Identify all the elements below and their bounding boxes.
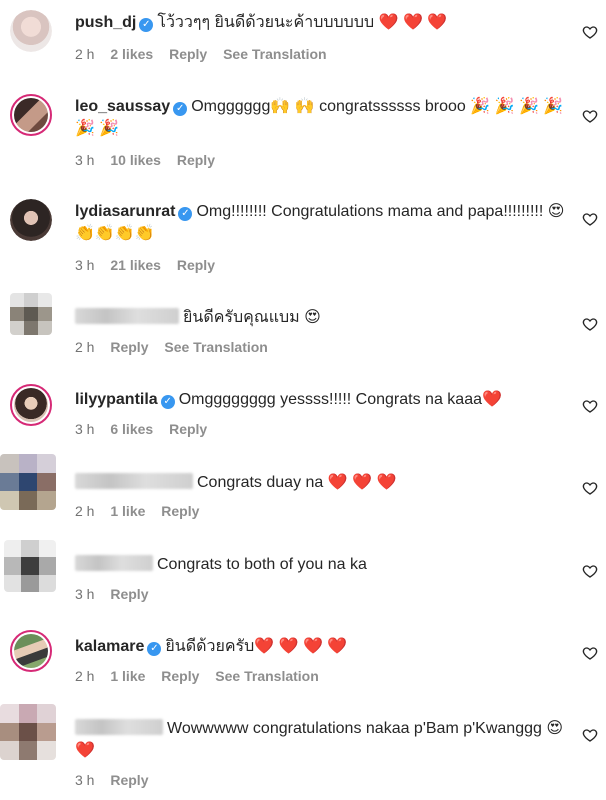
see-translation-button[interactable]: See Translation <box>215 668 318 684</box>
reply-button[interactable]: Reply <box>110 586 148 602</box>
comment-username[interactable]: push_dj <box>75 14 136 31</box>
comment-text: leo_saussay ✓ Omgggggg🙌 🙌 congratssssss br… <box>75 96 565 140</box>
reply-button[interactable]: Reply <box>177 257 215 273</box>
verified-badge-icon: ✓ <box>178 207 193 221</box>
comment-time[interactable]: 2 h <box>75 668 94 684</box>
comment-likes[interactable]: 1 like <box>110 668 145 684</box>
heart-outline-icon[interactable] <box>582 398 598 414</box>
avatar[interactable] <box>10 293 52 335</box>
comment-likes[interactable]: 6 likes <box>110 421 153 437</box>
redacted-username <box>75 473 193 489</box>
avatar[interactable] <box>4 540 56 592</box>
comment-meta: 2 h 1 like Reply See Translation <box>75 668 331 684</box>
comment-time[interactable]: 2 h <box>75 46 94 62</box>
verified-badge-icon: ✓ <box>160 395 175 409</box>
comment-meta: 2 h Reply See Translation <box>75 339 280 355</box>
comment-text: Congrats to both of you na ka <box>75 554 565 576</box>
reply-button[interactable]: Reply <box>169 46 207 62</box>
verified-badge-icon: ✓ <box>173 102 188 116</box>
comment-text: ยินดีครับคุณแบม 😍 <box>75 307 565 329</box>
reply-button[interactable]: Reply <box>177 152 215 168</box>
avatar[interactable] <box>10 384 52 426</box>
comment-body: Congrats duay na ❤️ ❤️ ❤️ <box>197 474 397 491</box>
see-translation-button[interactable]: See Translation <box>223 46 326 62</box>
comment-meta: 2 h 1 like Reply <box>75 503 211 519</box>
comment-meta: 3 h Reply <box>75 586 160 602</box>
comment-body: Congrats to both of you na ka <box>157 556 367 573</box>
comment-text: kalamare ✓ ยินดีด้วยครับ❤️ ❤️ ❤️ ❤️ <box>75 636 565 658</box>
comment-time[interactable]: 2 h <box>75 339 94 355</box>
comment-body: ยินดีครับคุณแบม 😍 <box>183 309 321 326</box>
reply-button[interactable]: Reply <box>169 421 207 437</box>
avatar[interactable] <box>10 10 52 52</box>
comment-time[interactable]: 3 h <box>75 772 94 788</box>
heart-outline-icon[interactable] <box>582 211 598 227</box>
comment-time[interactable]: 2 h <box>75 503 94 519</box>
comment-body: Omgggggggg yessss!!!!! Congrats na kaaa❤… <box>178 391 502 408</box>
see-translation-button[interactable]: See Translation <box>164 339 267 355</box>
comment-likes[interactable]: 2 likes <box>110 46 153 62</box>
reply-button[interactable]: Reply <box>110 339 148 355</box>
heart-outline-icon[interactable] <box>582 563 598 579</box>
redacted-username <box>75 308 179 324</box>
comment-username[interactable]: lilyypantila <box>75 391 158 408</box>
comment-likes[interactable]: 21 likes <box>110 257 161 273</box>
avatar[interactable] <box>0 704 56 760</box>
comment-likes[interactable]: 1 like <box>110 503 145 519</box>
comment-text: lilyypantila ✓ Omgggggggg yessss!!!!! Cong… <box>75 389 565 411</box>
reply-button[interactable]: Reply <box>161 503 199 519</box>
redacted-username <box>75 555 153 571</box>
avatar[interactable] <box>10 94 52 136</box>
avatar[interactable] <box>10 630 52 672</box>
comment-text: Congrats duay na ❤️ ❤️ ❤️ <box>75 472 565 494</box>
comment-body: ยินดีด้วยครับ❤️ ❤️ ❤️ ❤️ <box>165 638 348 655</box>
reply-button[interactable]: Reply <box>110 772 148 788</box>
comment-likes[interactable]: 10 likes <box>110 152 161 168</box>
avatar[interactable] <box>0 454 56 510</box>
heart-outline-icon[interactable] <box>582 727 598 743</box>
comment-time[interactable]: 3 h <box>75 421 94 437</box>
reply-button[interactable]: Reply <box>161 668 199 684</box>
heart-outline-icon[interactable] <box>582 480 598 496</box>
heart-outline-icon[interactable] <box>582 108 598 124</box>
heart-outline-icon[interactable] <box>582 645 598 661</box>
comment-body: โว้ววๆๆ ยินดีด้วยนะค้าบบบบบบ ❤️ ❤️ ❤️ <box>157 14 448 31</box>
heart-outline-icon[interactable] <box>582 24 598 40</box>
comment-username[interactable]: lydiasarunrat <box>75 203 175 220</box>
redacted-username <box>75 719 163 735</box>
comment-time[interactable]: 3 h <box>75 257 94 273</box>
comment-text: push_dj ✓ โว้ววๆๆ ยินดีด้วยนะค้าบบบบบบ ❤️ … <box>75 12 565 34</box>
comment-time[interactable]: 3 h <box>75 586 94 602</box>
comment-meta: 3 h 21 likes Reply <box>75 257 227 273</box>
comment-meta: 3 h 6 likes Reply <box>75 421 219 437</box>
comment-text: lydiasarunrat ✓ Omg!!!!!!!! Congratulation… <box>75 201 565 245</box>
comment-text: Wowwwww congratulations nakaa p'Bam p'Kw… <box>75 718 565 762</box>
avatar[interactable] <box>10 199 52 241</box>
comment-meta: 3 h 10 likes Reply <box>75 152 227 168</box>
comment-username[interactable]: kalamare <box>75 638 144 655</box>
heart-outline-icon[interactable] <box>582 316 598 332</box>
comment-username[interactable]: leo_saussay <box>75 98 170 115</box>
verified-badge-icon: ✓ <box>147 642 162 656</box>
verified-badge-icon: ✓ <box>139 18 154 32</box>
comment-time[interactable]: 3 h <box>75 152 94 168</box>
comment-meta: 3 h Reply <box>75 772 160 788</box>
comment-meta: 2 h 2 likes Reply See Translation <box>75 46 339 62</box>
